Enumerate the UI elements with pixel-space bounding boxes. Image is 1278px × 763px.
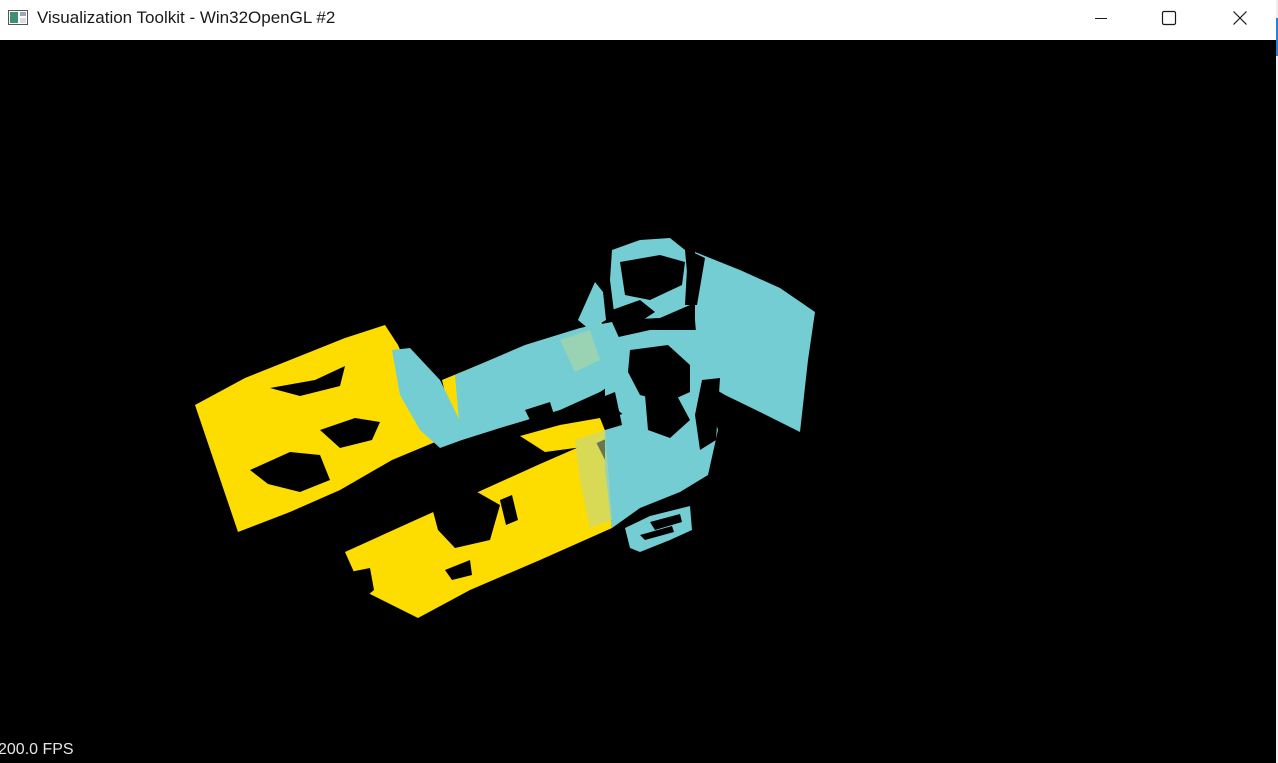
- render-viewport[interactable]: 200.0 FPS: [0, 40, 1276, 763]
- minimize-button[interactable]: [1067, 0, 1135, 36]
- window-title: Visualization Toolkit - Win32OpenGL #2: [37, 8, 336, 27]
- fps-counter: 200.0 FPS: [0, 741, 74, 758]
- cyan-small-fragment: [625, 506, 692, 552]
- maximize-button[interactable]: [1135, 0, 1203, 36]
- cyan-spike: [578, 282, 606, 330]
- vtk-render-window: Visualization Toolkit - Win32OpenGL #2 2…: [0, 0, 1276, 763]
- maximize-icon: [1161, 10, 1177, 26]
- close-icon: [1233, 11, 1247, 25]
- minimize-icon: [1095, 18, 1107, 19]
- vtk-app-icon: [8, 10, 28, 25]
- close-button[interactable]: [1206, 0, 1274, 36]
- point-cloud-scene[interactable]: [0, 40, 1276, 763]
- title-bar[interactable]: Visualization Toolkit - Win32OpenGL #2: [0, 0, 1276, 40]
